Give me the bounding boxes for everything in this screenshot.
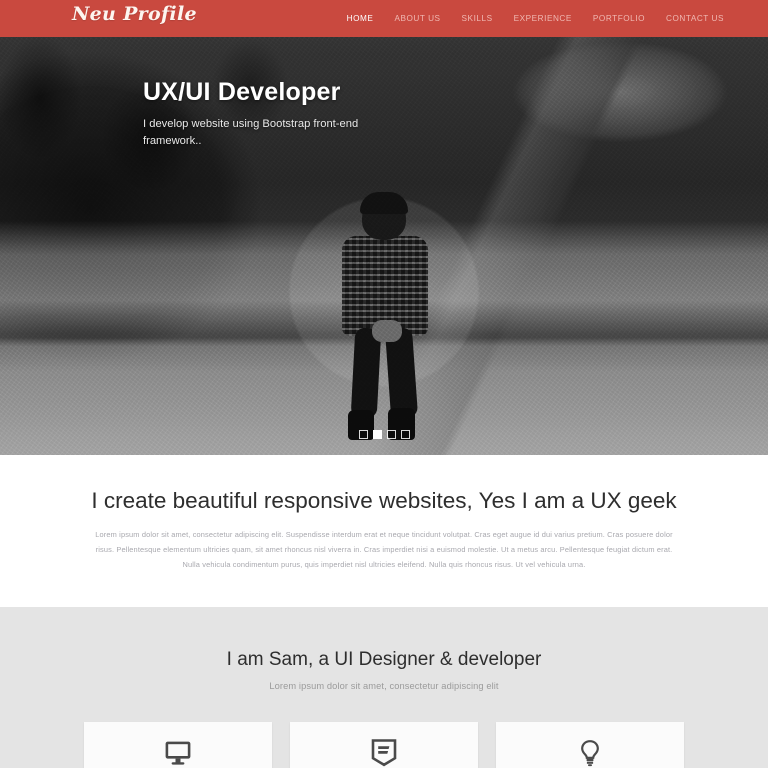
desktop-monitor-icon — [164, 738, 192, 768]
carousel-indicator-4[interactable] — [400, 430, 410, 439]
hero-caption: UX/UI Developer I develop website using … — [143, 78, 463, 149]
carousel-indicator-2[interactable] — [372, 430, 382, 439]
about-subtitle: Lorem ipsum dolor sit amet, consectetur … — [269, 680, 499, 691]
skill-card-html5-css3[interactable]: HTML5/CSS3 Dev — [290, 721, 478, 768]
carousel-indicator-3[interactable] — [386, 430, 396, 439]
carousel-indicator-1[interactable] — [358, 430, 368, 439]
nav-item-home[interactable]: HOME — [347, 14, 374, 23]
nav-item-experience[interactable]: EXPERIENCE — [514, 14, 572, 23]
about-section: I am Sam, a UI Designer & developer Lore… — [0, 606, 768, 768]
skill-card-responsive-design[interactable]: Responsive Design — [84, 721, 272, 768]
hero-carousel: UX/UI Developer I develop website using … — [0, 37, 768, 455]
lightbulb-icon — [579, 738, 601, 768]
nav-item-portfolio[interactable]: PORTFOLIO — [593, 14, 645, 23]
nav-item-skills[interactable]: SKILLS — [462, 14, 493, 23]
hero-subtitle: I develop website using Bootstrap front-… — [143, 117, 359, 147]
css3-shield-icon — [371, 738, 397, 768]
nav-item-contact-us[interactable]: CONTACT US — [666, 14, 724, 23]
skill-card-javascript-jquery[interactable]: JavaScript jQuery — [496, 721, 684, 768]
skill-cards-row: Responsive Design HTML5/CSS3 Dev — [84, 721, 684, 768]
site-header: Neu Profile HOME ABOUT US SKILLS EXPERIE… — [0, 0, 768, 37]
intro-paragraph: Lorem ipsum dolor sit amet, consectetur … — [95, 530, 673, 570]
carousel-indicators — [0, 430, 768, 439]
hero-title: UX/UI Developer — [143, 78, 341, 106]
nav-item-about-us[interactable]: ABOUT US — [394, 14, 440, 23]
main-navigation: HOME ABOUT US SKILLS EXPERIENCE PORTFOLI… — [347, 0, 724, 37]
intro-section: I create beautiful responsive websites, … — [0, 455, 768, 607]
site-logo[interactable]: Neu Profile — [72, 3, 197, 25]
about-title: I am Sam, a UI Designer & developer — [226, 648, 542, 670]
intro-title: I create beautiful responsive websites, … — [91, 488, 677, 513]
